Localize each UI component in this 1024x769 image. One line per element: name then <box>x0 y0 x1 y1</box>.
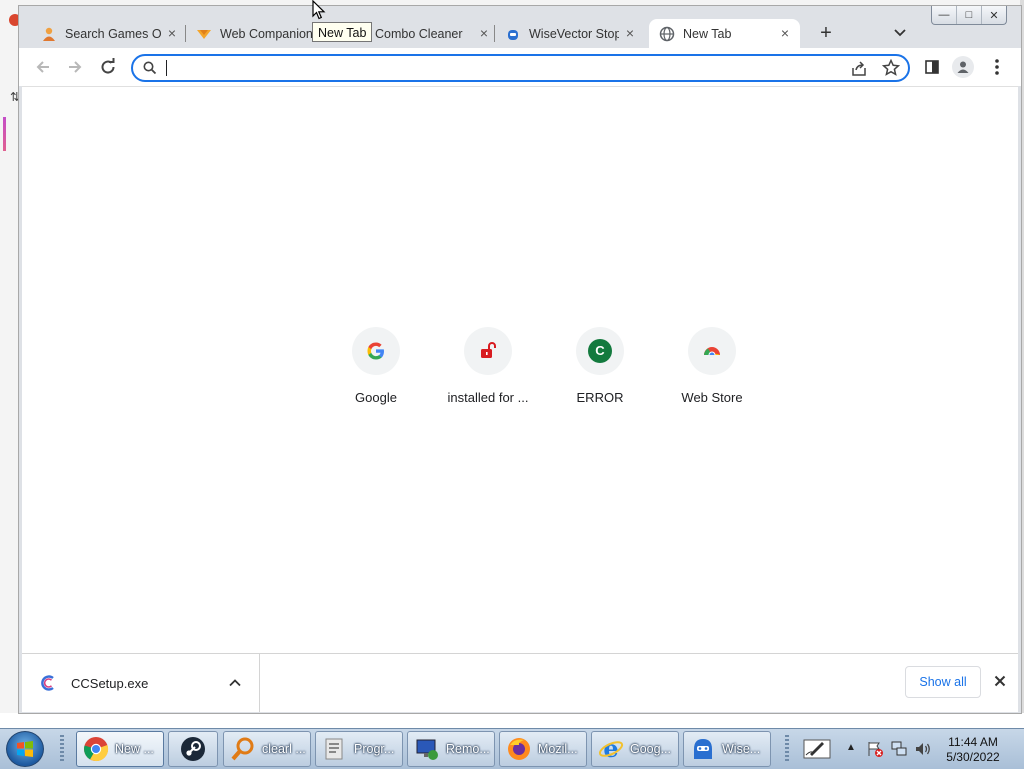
search-icon <box>142 60 158 81</box>
download-shelf: CCSetup.exe Show all <box>22 653 1018 712</box>
chevron-down-icon[interactable] <box>892 24 908 40</box>
windows-taskbar: New ... clearl ... Progr... Remo... Mozi… <box>0 728 1024 769</box>
taskbar-item-label: Remo... <box>446 742 490 756</box>
firefox-icon <box>506 736 532 762</box>
tab-title: Web Companion <box>220 26 313 41</box>
pen-tablet-icon[interactable] <box>802 736 832 765</box>
bookmark-star-icon[interactable] <box>881 58 901 82</box>
new-tab-plus-icon[interactable]: + <box>815 22 837 44</box>
shortcut-letter: C <box>588 339 612 363</box>
shortcut-label: Web Store <box>681 390 743 405</box>
mouse-cursor-icon <box>312 0 326 25</box>
shortcut-label: Google <box>355 390 397 405</box>
network-icon[interactable] <box>890 740 908 763</box>
taskbar-item-label: New ... <box>115 742 154 756</box>
red-lock-icon <box>464 327 512 375</box>
remove-icon <box>414 736 440 762</box>
reload-icon[interactable] <box>98 57 118 77</box>
tab-search-games[interactable]: Search Games Onl × <box>41 19 181 48</box>
address-bar[interactable] <box>131 54 910 82</box>
background-color-strip <box>3 117 6 151</box>
wise-icon <box>690 736 716 762</box>
tab-close-icon[interactable]: × <box>623 26 637 40</box>
tab-new-tab[interactable]: New Tab × <box>649 19 800 48</box>
taskbar-item-wise[interactable]: Wise... <box>683 731 771 767</box>
shortcut-google[interactable]: Google <box>320 327 432 417</box>
tab-wisevector[interactable]: WiseVector Stop × <box>505 19 639 48</box>
taskbar-clock[interactable]: 11:44 AM 5/30/2022 <box>940 735 1006 765</box>
tab-combo-cleaner[interactable]: Combo Cleaner × <box>375 19 493 48</box>
browser-window: — □ ✕ Search Games Onl × Web Companion C… <box>18 5 1022 714</box>
tab-separator <box>185 25 186 42</box>
tab-close-icon[interactable]: × <box>778 26 792 40</box>
tray-expand-icon[interactable]: ▲ <box>846 742 856 753</box>
taskbar-item-label: Progr... <box>354 742 395 756</box>
taskbar-item-chrome[interactable]: New ... <box>76 731 164 767</box>
taskbar-item-google[interactable]: e Goog... <box>591 731 679 767</box>
close-icon[interactable] <box>993 674 1007 688</box>
web-store-icon <box>688 327 736 375</box>
taskbar-item-remove[interactable]: Remo... <box>407 731 495 767</box>
taskbar-grip[interactable] <box>60 735 64 763</box>
volume-icon[interactable] <box>914 740 932 763</box>
ie-icon: e <box>598 736 624 762</box>
clock-date: 5/30/2022 <box>946 750 1000 764</box>
shortcut-tiles: Google installed for ... C ERROR Web Sto… <box>320 327 780 417</box>
tray-grip[interactable] <box>785 735 789 763</box>
profile-avatar-icon[interactable] <box>952 56 974 78</box>
side-panel-icon[interactable] <box>922 57 942 77</box>
svg-text:e: e <box>603 736 618 762</box>
taskbar-item-steam[interactable] <box>168 731 218 767</box>
google-icon <box>352 327 400 375</box>
chevron-up-icon[interactable] <box>228 676 242 690</box>
new-tab-page: Google installed for ... C ERROR Web Sto… <box>22 86 1018 653</box>
address-input[interactable] <box>167 58 811 80</box>
taskbar-item-label: Mozil... <box>538 742 578 756</box>
green-c-icon: C <box>576 327 624 375</box>
steam-icon <box>180 736 206 762</box>
tab-title: WiseVector Stop <box>529 26 619 41</box>
download-item[interactable]: CCSetup.exe <box>22 654 260 712</box>
tab-close-icon[interactable]: × <box>165 26 179 40</box>
shortcut-label: ERROR <box>576 390 624 405</box>
kebab-menu-icon[interactable] <box>987 57 1007 77</box>
shortcut-label: installed for ... <box>447 390 529 405</box>
show-all-button[interactable]: Show all <box>905 666 981 698</box>
taskbar-item-clearl[interactable]: clearl ... <box>223 731 311 767</box>
tab-close-icon[interactable]: × <box>477 26 491 40</box>
wisevector-icon <box>505 26 521 42</box>
tab-separator <box>494 25 495 42</box>
web-companion-icon <box>196 26 212 42</box>
taskbar-item-programs[interactable]: Progr... <box>315 731 403 767</box>
magnifier-icon <box>230 736 256 762</box>
tab-title: Combo Cleaner <box>375 26 463 41</box>
globe-icon <box>659 26 675 42</box>
share-icon[interactable] <box>850 60 868 83</box>
taskbar-item-label: Wise... <box>722 742 761 756</box>
start-button[interactable] <box>6 731 44 767</box>
flag-error-icon[interactable] <box>866 740 884 763</box>
tab-tooltip: New Tab <box>312 22 373 42</box>
chrome-icon <box>83 736 109 762</box>
clock-time: 11:44 AM <box>948 735 998 749</box>
taskbar-item-label: Goog... <box>630 742 671 756</box>
shortcut-error[interactable]: C ERROR <box>544 327 656 417</box>
programs-icon <box>322 736 348 762</box>
games-person-icon <box>41 26 57 42</box>
tab-title: Search Games Onl <box>65 26 161 41</box>
taskbar-item-label: clearl ... <box>262 742 306 756</box>
download-filename: CCSetup.exe <box>71 676 149 691</box>
shortcut-web-store[interactable]: Web Store <box>656 327 768 417</box>
ccleaner-icon <box>39 674 57 692</box>
taskbar-item-mozilla[interactable]: Mozil... <box>499 731 587 767</box>
tab-web-companion[interactable]: Web Companion <box>196 19 314 48</box>
forward-arrow-icon[interactable] <box>65 57 85 77</box>
browser-toolbar <box>19 48 1021 86</box>
shortcut-installed[interactable]: installed for ... <box>432 327 544 417</box>
tab-title: New Tab <box>683 26 732 41</box>
back-arrow-icon[interactable] <box>33 57 53 77</box>
